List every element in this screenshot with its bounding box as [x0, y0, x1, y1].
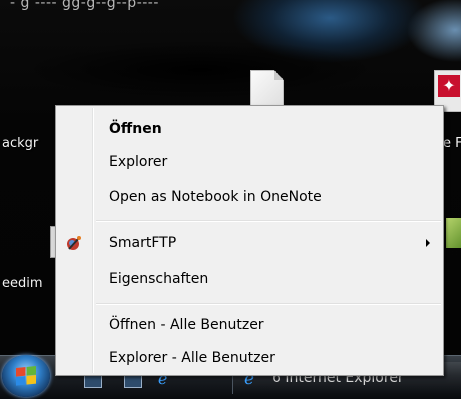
menu-item-label: Öffnen [109, 121, 162, 137]
menu-item-explorer-all-users[interactable]: Explorer - Alle Benutzer [59, 345, 440, 371]
desktop-shadow [20, 40, 380, 100]
menu-item-properties[interactable]: Eigenschaften [59, 266, 440, 292]
menu-item-open-as-onenote-notebook[interactable]: Open as Notebook in OneNote [59, 184, 440, 210]
menu-item-label: Explorer [109, 154, 168, 170]
menu-item-open[interactable]: Öffnen [59, 116, 440, 142]
desktop-icon-label-background[interactable]: ackgr [2, 136, 38, 151]
menu-item-label: Open as Notebook in OneNote [109, 189, 322, 205]
desktop-top-text: ‑ g ‑‑‑‑ gg‑g‑‑g‑‑p‑‑‑‑ [10, 0, 159, 11]
green-file-icon[interactable] [446, 218, 461, 248]
menu-item-explorer[interactable]: Explorer [59, 149, 440, 175]
submenu-arrow-icon [426, 239, 430, 247]
smartftp-icon [67, 236, 81, 250]
menu-item-label: Explorer - Alle Benutzer [109, 350, 275, 366]
context-menu: Öffnen Explorer Open as Notebook in OneN… [55, 105, 444, 376]
desktop-icon-label-right[interactable]: e F [443, 136, 461, 151]
menu-separator [96, 303, 441, 305]
menu-separator [96, 220, 441, 222]
desktop-icon-label-feeding[interactable]: eedim [2, 276, 43, 291]
menu-item-label: Eigenschaften [109, 271, 209, 287]
menu-item-smartftp[interactable]: SmartFTP [59, 230, 440, 256]
menu-item-open-all-users[interactable]: Öffnen - Alle Benutzer [59, 312, 440, 338]
menu-item-label: SmartFTP [109, 235, 177, 251]
menu-item-label: Öffnen - Alle Benutzer [109, 317, 264, 333]
windows-flag-icon [16, 365, 36, 387]
